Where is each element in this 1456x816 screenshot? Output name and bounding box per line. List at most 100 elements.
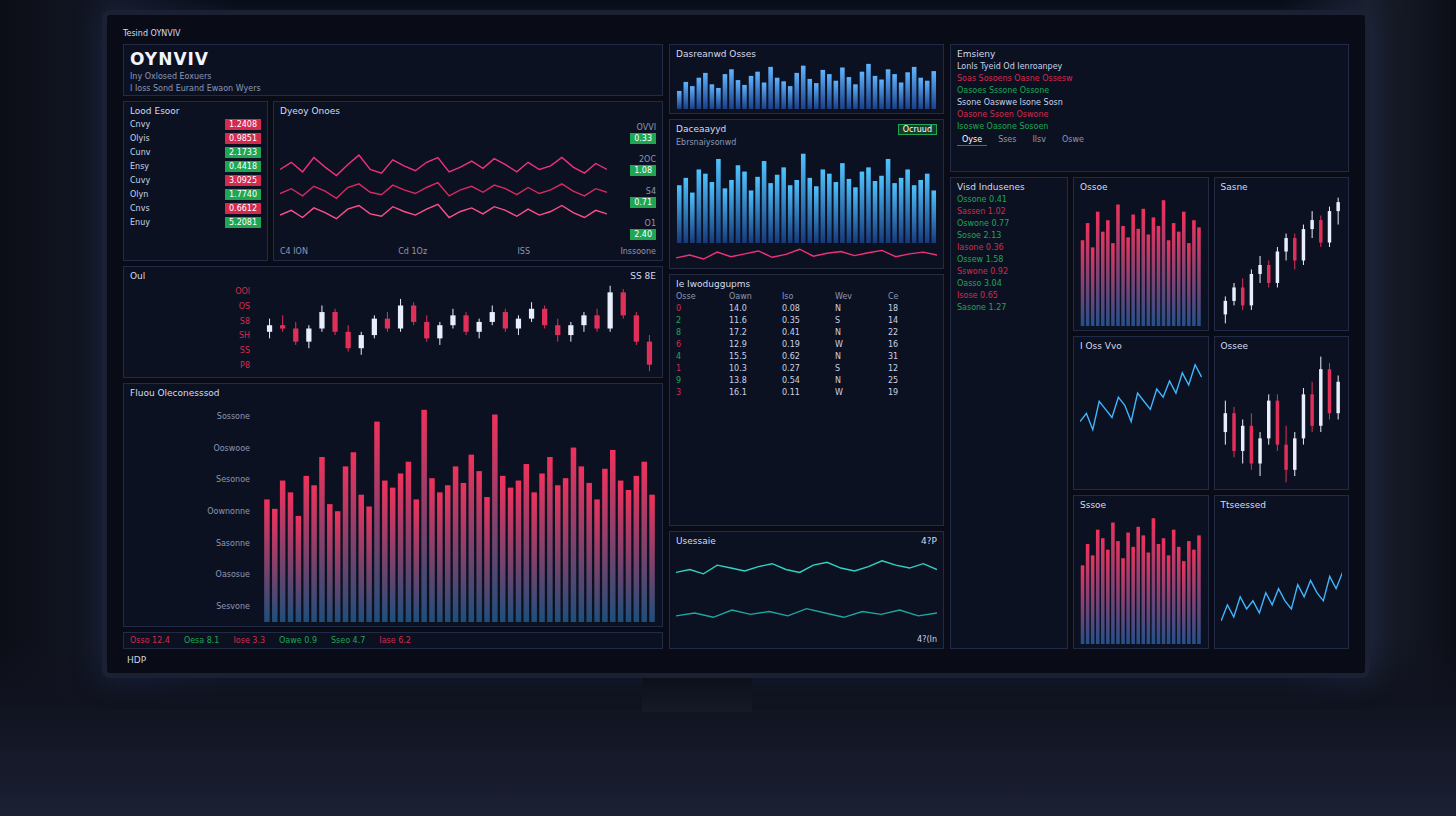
- bar: [1111, 523, 1115, 644]
- side-list-row[interactable]: Ossew 1.58: [957, 255, 1061, 264]
- badge: Ocruud: [898, 124, 937, 135]
- table-cell[interactable]: N: [835, 328, 884, 337]
- table-cell[interactable]: 0.35: [782, 316, 831, 325]
- side-list-row[interactable]: Sswone 0.92: [957, 267, 1061, 276]
- table-cell[interactable]: W: [835, 340, 884, 349]
- side-list-row[interactable]: Sasone 1.27: [957, 303, 1061, 312]
- table-cell[interactable]: 0.11: [782, 388, 831, 397]
- ticker[interactable]: Sseo 4.7: [331, 636, 365, 645]
- table-cell[interactable]: 4: [676, 352, 725, 361]
- side-list-row[interactable]: Sosoe 2.13: [957, 231, 1061, 240]
- bar: [775, 175, 780, 243]
- table-cell[interactable]: N: [835, 352, 884, 361]
- bar: [1147, 553, 1151, 644]
- table-cell[interactable]: 10.3: [729, 364, 778, 373]
- table-cell[interactable]: 12.9: [729, 340, 778, 349]
- table-cell[interactable]: 6: [676, 340, 725, 349]
- watchlist-row[interactable]: Olyis0.9851: [130, 133, 261, 144]
- side-list-row[interactable]: Sassen 1.02: [957, 207, 1061, 216]
- table-cell[interactable]: S: [835, 316, 884, 325]
- ticker[interactable]: Osso 12.4: [130, 636, 170, 645]
- news-line[interactable]: Soas Sosoens Oasne Ossesw: [957, 74, 1342, 83]
- tab[interactable]: Ilsv: [1027, 134, 1050, 146]
- table-cell[interactable]: 0.62: [782, 352, 831, 361]
- side-list-row[interactable]: Ossone 0.41: [957, 195, 1061, 204]
- table-cell[interactable]: 0.08: [782, 304, 831, 313]
- watchlist-row[interactable]: Olyn1.7740: [130, 189, 261, 200]
- side-list-row[interactable]: Oswone 0.77: [957, 219, 1061, 228]
- news-line[interactable]: Isoswe Oasone Sosoen: [957, 122, 1342, 131]
- side-list-row[interactable]: Oasso 3.04: [957, 279, 1061, 288]
- bar: [1147, 235, 1151, 326]
- table-cell[interactable]: 0.27: [782, 364, 831, 373]
- table-cell[interactable]: 14: [888, 316, 937, 325]
- bar: [710, 84, 715, 109]
- table-cell[interactable]: 1: [676, 364, 725, 373]
- table-cell[interactable]: 3: [676, 388, 725, 397]
- candle: [1301, 388, 1304, 445]
- candle: [1284, 234, 1287, 261]
- news-line[interactable]: Oasone Ssoen Oswone: [957, 110, 1342, 119]
- news-line[interactable]: Oasoes Sssone Ossone: [957, 86, 1342, 95]
- table-cell[interactable]: 31: [888, 352, 937, 361]
- monitor-stand: [642, 678, 752, 712]
- watchlist-title: Lood Esoor: [130, 106, 261, 116]
- candle: [424, 315, 429, 341]
- bar: [1162, 538, 1166, 644]
- candle: [1232, 283, 1235, 305]
- bar: [1106, 550, 1110, 644]
- table-cell[interactable]: 25: [888, 376, 937, 385]
- table-cell[interactable]: 13.8: [729, 376, 778, 385]
- table-cell[interactable]: 16: [888, 340, 937, 349]
- news-line[interactable]: Ssone Oaswwe Isone Sosn: [957, 98, 1342, 107]
- orders-panel: Ie IwoduggupmsOsseOawnIsoWevCe014.00.08N…: [669, 274, 944, 526]
- bar: [1182, 561, 1186, 644]
- table-cell[interactable]: N: [835, 376, 884, 385]
- tab[interactable]: Sses: [993, 134, 1021, 146]
- bar: [899, 178, 904, 243]
- table-cell[interactable]: N: [835, 304, 884, 313]
- table-cell[interactable]: 0.41: [782, 328, 831, 337]
- ticker[interactable]: Iose 3.3: [233, 636, 265, 645]
- bar: [429, 478, 435, 622]
- watchlist-row[interactable]: Cunv2.1733: [130, 147, 261, 158]
- table-cell[interactable]: 22: [888, 328, 937, 337]
- tab[interactable]: Oswe: [1057, 134, 1089, 146]
- ticker[interactable]: Iase 6.2: [379, 636, 411, 645]
- table-cell[interactable]: W: [835, 388, 884, 397]
- watchlist-row[interactable]: Cnvs0.6612: [130, 203, 261, 214]
- side-list-row[interactable]: Isose 0.65: [957, 291, 1061, 300]
- watchlist-row[interactable]: Cuvy3.0925: [130, 175, 261, 186]
- table-cell[interactable]: 12: [888, 364, 937, 373]
- tab[interactable]: Oyse: [957, 134, 987, 146]
- ticker[interactable]: Oawe 0.9: [279, 636, 317, 645]
- table-cell[interactable]: 16.1: [729, 388, 778, 397]
- watchlist-row[interactable]: Enuy5.2081: [130, 217, 261, 228]
- line-panel-body: OVVI0.332OC1.08S40.71O12.40: [280, 119, 656, 244]
- bar: [1131, 547, 1135, 644]
- bar: [742, 172, 747, 243]
- table-cell[interactable]: 0.54: [782, 376, 831, 385]
- side-list-row[interactable]: Iasone 0.36: [957, 243, 1061, 252]
- chart-card: Ossoe: [1073, 177, 1209, 331]
- table-cell[interactable]: 0.19: [782, 340, 831, 349]
- table-cell[interactable]: 19: [888, 388, 937, 397]
- table-cell[interactable]: 14.0: [729, 304, 778, 313]
- table-cell[interactable]: S: [835, 364, 884, 373]
- table-cell[interactable]: 17.2: [729, 328, 778, 337]
- table-cell[interactable]: 9: [676, 376, 725, 385]
- table-cell[interactable]: 11.6: [729, 316, 778, 325]
- bar: [445, 485, 451, 622]
- table-cell[interactable]: 0: [676, 304, 725, 313]
- table-cell[interactable]: 8: [676, 328, 725, 337]
- candle: [1240, 278, 1243, 309]
- watchlist-row[interactable]: Cnvy1.2408: [130, 119, 261, 130]
- ticker[interactable]: Oesa 8.1: [184, 636, 220, 645]
- watchlist-row[interactable]: Ensy0.4418: [130, 161, 261, 172]
- table-cell[interactable]: 15.5: [729, 352, 778, 361]
- table-cell[interactable]: 2: [676, 316, 725, 325]
- candle: [542, 305, 547, 328]
- symbol: Olyis: [130, 134, 150, 143]
- bar: [892, 74, 897, 109]
- table-cell[interactable]: 18: [888, 304, 937, 313]
